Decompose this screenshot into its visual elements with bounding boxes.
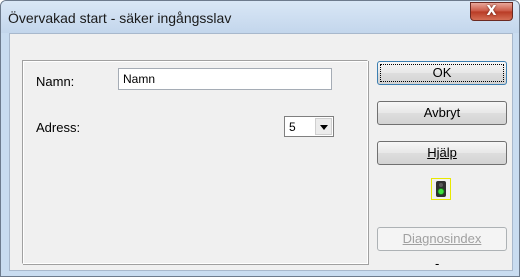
diagnostics-button-label: Diagnosindex [402, 231, 482, 246]
address-value: 5 [289, 120, 296, 134]
ok-button[interactable]: OK [377, 61, 507, 85]
address-select[interactable]: 5 [284, 116, 334, 137]
diagnostics-index-button[interactable]: Diagnosindex [377, 227, 507, 251]
name-input[interactable] [118, 68, 332, 90]
address-label: Adress: [36, 120, 81, 135]
traffic-light-icon [436, 181, 446, 197]
dialog-window: Övervakad start - säker ingångsslav X Na… [0, 0, 520, 277]
chevron-down-icon[interactable] [315, 118, 332, 135]
title-bar: Övervakad start - säker ingångsslav X [1, 1, 519, 33]
help-button-label: Hjälp [427, 145, 457, 160]
window-title: Övervakad start - säker ingångsslav [8, 10, 232, 26]
close-button[interactable]: X [470, 2, 513, 21]
status-text: - [435, 256, 440, 271]
status-indicator-icon [431, 178, 451, 200]
cancel-button[interactable]: Avbryt [377, 101, 507, 125]
close-icon: X [486, 4, 497, 19]
help-button[interactable]: Hjälp [377, 141, 507, 165]
settings-group [22, 60, 368, 264]
name-label: Namn: [36, 74, 75, 89]
dialog-body: Namn: Adress: 5 OK Avbryt Hjälp Diagnosi… [9, 33, 513, 271]
